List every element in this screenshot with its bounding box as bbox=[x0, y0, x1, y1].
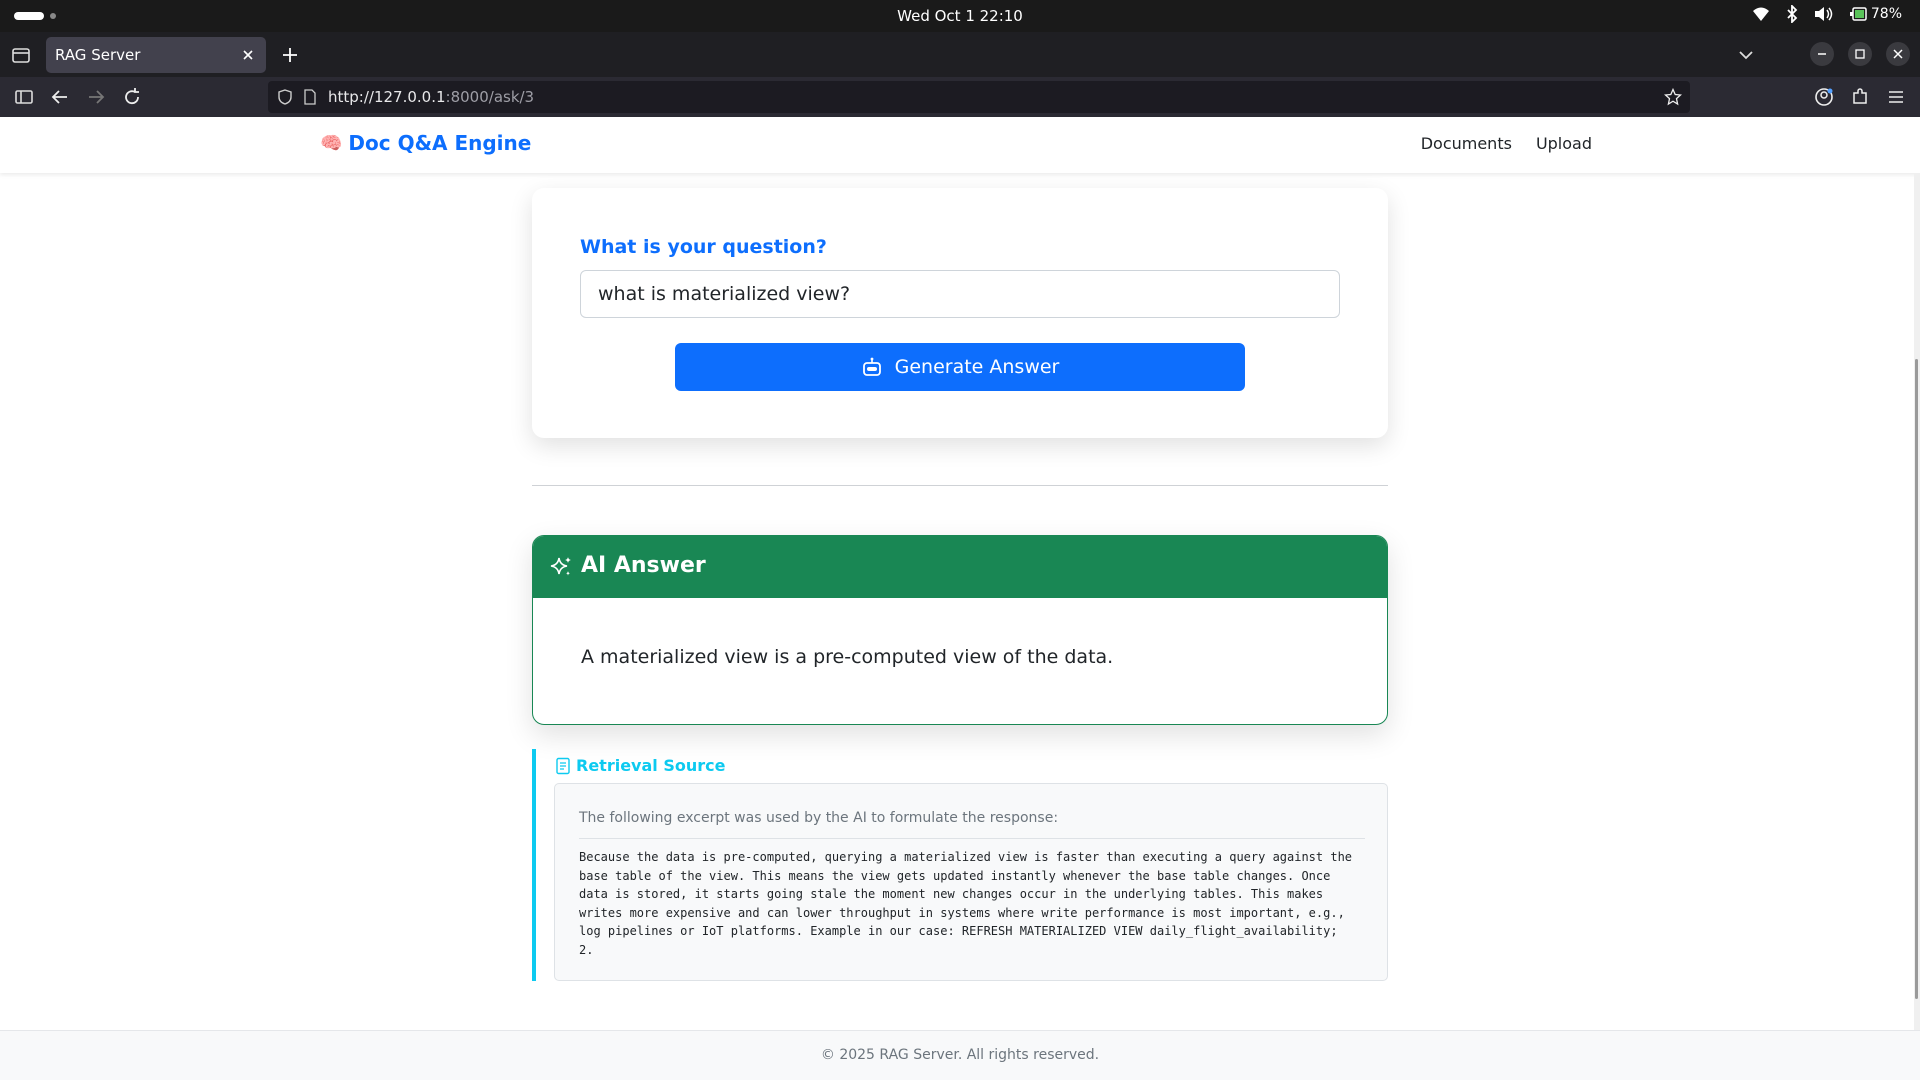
retrieval-source-section: Retrieval Source The following excerpt w… bbox=[532, 749, 1388, 981]
sidebar-toggle-icon[interactable] bbox=[12, 85, 36, 109]
new-tab-icon[interactable] bbox=[279, 44, 301, 66]
source-excerpt-box: The following excerpt was used by the AI… bbox=[554, 783, 1388, 981]
back-arrow-icon[interactable] bbox=[48, 85, 72, 109]
url-text[interactable]: http://127.0.0.1:8000/ask/3 bbox=[328, 88, 534, 106]
menu-icon[interactable] bbox=[1884, 85, 1908, 109]
nav-link-documents[interactable]: Documents bbox=[1421, 134, 1512, 153]
source-intro-text: The following excerpt was used by the AI… bbox=[579, 810, 1059, 826]
reload-icon[interactable] bbox=[120, 85, 144, 109]
page-viewport: 🧠 Doc Q&A Engine Documents Upload What i… bbox=[0, 117, 1920, 1080]
url-host: http://127.0.0.1 bbox=[328, 88, 446, 106]
account-icon[interactable] bbox=[1812, 85, 1836, 109]
answer-text: A materialized view is a pre-computed vi… bbox=[581, 646, 1114, 668]
answer-header: AI Answer bbox=[533, 536, 1387, 598]
url-bar[interactable]: http://127.0.0.1:8000/ask/3 bbox=[268, 81, 1690, 113]
browser-tab-active[interactable]: RAG Server bbox=[46, 37, 266, 73]
brand-link[interactable]: 🧠 Doc Q&A Engine bbox=[320, 131, 531, 155]
system-tray[interactable]: 78% bbox=[1752, 5, 1902, 23]
chevron-down-icon[interactable] bbox=[1735, 44, 1757, 66]
answer-card: AI Answer A materialized view is a pre-c… bbox=[532, 535, 1388, 725]
battery-icon bbox=[1849, 7, 1867, 21]
footer-copyright: © 2025 RAG Server. All rights reserved. bbox=[820, 1047, 1100, 1063]
tab-overview-icon[interactable] bbox=[10, 44, 32, 66]
volume-icon bbox=[1814, 7, 1833, 21]
restore-button[interactable] bbox=[1848, 42, 1872, 66]
restore-icon bbox=[1855, 49, 1865, 59]
battery-status: 78% bbox=[1849, 6, 1902, 22]
minimize-button[interactable] bbox=[1810, 42, 1834, 66]
url-path: :8000/ask/3 bbox=[445, 88, 535, 106]
source-divider bbox=[579, 838, 1365, 839]
tab-title: RAG Server bbox=[55, 46, 141, 64]
source-excerpt-text: Because the data is pre-computed, queryi… bbox=[579, 850, 1353, 957]
generate-answer-label: Generate Answer bbox=[894, 356, 1060, 378]
shield-icon[interactable] bbox=[277, 89, 293, 105]
os-clock[interactable]: Wed Oct 1 22:10 bbox=[0, 7, 1920, 25]
page-scrollbar[interactable] bbox=[1914, 173, 1920, 1080]
site-footer: © 2025 RAG Server. All rights reserved. bbox=[0, 1030, 1920, 1080]
site-nav: Documents Upload bbox=[1421, 134, 1592, 153]
retrieval-source-title: Retrieval Source bbox=[576, 756, 726, 775]
nav-link-upload[interactable]: Upload bbox=[1536, 134, 1592, 153]
browser-tab-strip: RAG Server bbox=[0, 32, 1920, 77]
scrollbar-thumb[interactable] bbox=[1915, 359, 1918, 999]
question-card: What is your question? Generate Answer bbox=[532, 188, 1388, 438]
extensions-icon[interactable] bbox=[1848, 85, 1872, 109]
section-divider bbox=[532, 485, 1388, 486]
star-icon[interactable] bbox=[1664, 88, 1682, 106]
battery-percent: 78% bbox=[1870, 6, 1902, 22]
robot-icon bbox=[862, 357, 881, 376]
close-window-button[interactable] bbox=[1886, 42, 1910, 66]
forward-arrow-icon[interactable] bbox=[84, 85, 108, 109]
os-top-bar: Wed Oct 1 22:10 78% bbox=[0, 0, 1920, 32]
close-tab-icon[interactable] bbox=[238, 45, 258, 65]
generate-answer-button[interactable]: Generate Answer bbox=[675, 343, 1245, 391]
wifi-icon bbox=[1752, 7, 1769, 21]
minimize-icon bbox=[1818, 53, 1826, 55]
bluetooth-icon bbox=[1787, 5, 1798, 23]
sparkles-icon bbox=[550, 557, 571, 576]
browser-nav-bar: http://127.0.0.1:8000/ask/3 bbox=[0, 77, 1920, 117]
brain-icon: 🧠 bbox=[320, 132, 343, 154]
brand-name: Doc Q&A Engine bbox=[348, 131, 532, 155]
page-icon bbox=[304, 89, 316, 105]
document-icon bbox=[556, 757, 570, 775]
question-input[interactable] bbox=[580, 270, 1340, 318]
site-header: 🧠 Doc Q&A Engine Documents Upload bbox=[0, 117, 1920, 173]
answer-title: AI Answer bbox=[581, 553, 706, 578]
close-icon bbox=[1893, 49, 1903, 59]
question-label: What is your question? bbox=[580, 236, 827, 258]
